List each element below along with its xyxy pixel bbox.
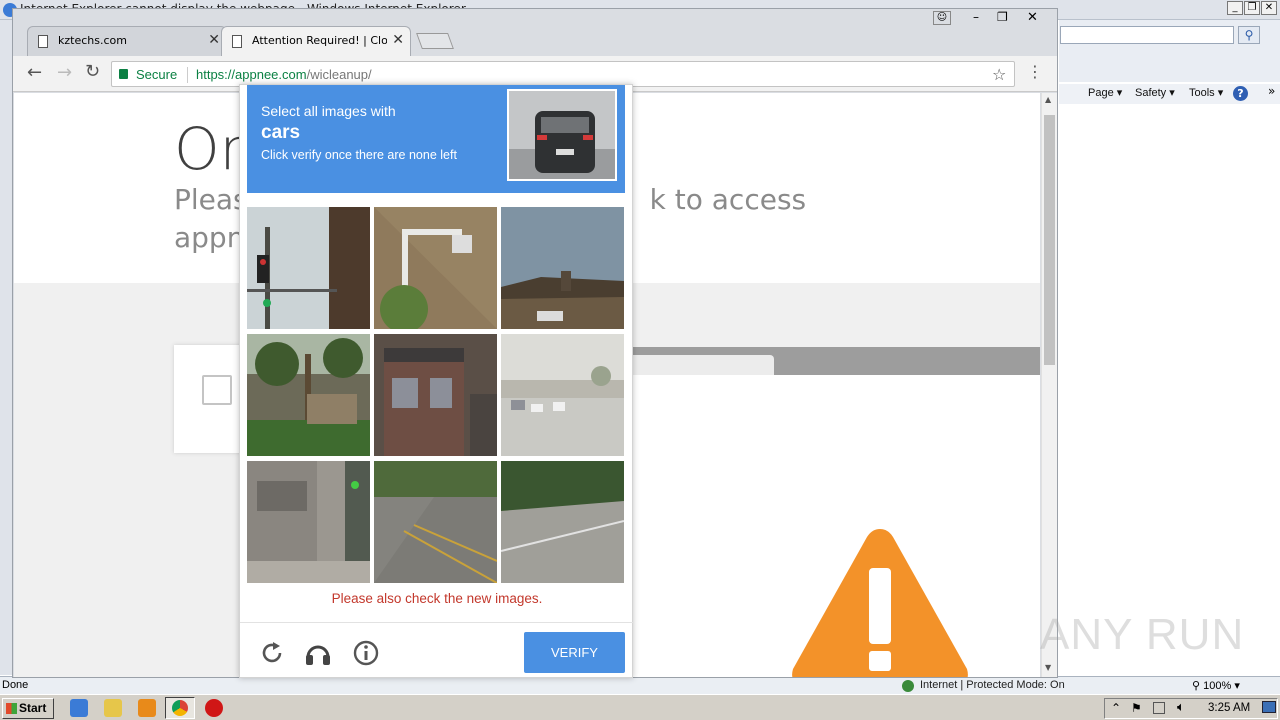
- verify-button[interactable]: VERIFY: [524, 632, 625, 673]
- captcha-tile-6[interactable]: [501, 334, 624, 456]
- captcha-instruction: Select all images with: [261, 103, 396, 119]
- ie-restore-button[interactable]: ❐: [1244, 1, 1260, 15]
- captcha-tile-8[interactable]: [374, 461, 497, 583]
- show-desktop-icon[interactable]: [1262, 701, 1276, 713]
- help-icon[interactable]: ?: [1233, 86, 1248, 101]
- ie-taskbar-icon[interactable]: [70, 699, 88, 717]
- start-button[interactable]: Start: [2, 698, 54, 719]
- windows-logo-icon: [6, 703, 17, 714]
- tab-attention-required[interactable]: Attention Required! | Cloudflare ✕: [221, 26, 411, 56]
- captcha-error-message: Please also check the new images.: [331, 591, 543, 606]
- close-icon[interactable]: ✕: [392, 32, 404, 48]
- network-icon[interactable]: [1153, 702, 1165, 714]
- ie-close-button[interactable]: ✕: [1261, 1, 1277, 15]
- star-icon[interactable]: ☆: [992, 65, 1006, 84]
- close-button[interactable]: ✕: [1027, 10, 1038, 25]
- page-icon: [232, 35, 242, 48]
- captcha-tile-1[interactable]: [247, 207, 370, 329]
- reload-page-icon[interactable]: ↻: [85, 61, 100, 82]
- ie-zoom-level: 100%: [1203, 680, 1232, 692]
- captcha-tile-2[interactable]: [374, 207, 497, 329]
- page-subtitle-line2: appn: [174, 221, 245, 254]
- url-divider: [187, 67, 188, 83]
- captcha-sample-image: [507, 89, 617, 181]
- scroll-down-arrow[interactable]: ▼: [1045, 663, 1051, 672]
- reload-icon[interactable]: [258, 639, 286, 667]
- tab-label: kztechs.com: [58, 34, 127, 47]
- subtitle-end: k to access: [649, 183, 807, 216]
- ie-command-safety[interactable]: Safety ▾: [1135, 86, 1175, 99]
- globe-icon: [902, 680, 914, 692]
- start-label: Start: [19, 701, 47, 715]
- search-icon: ⚲: [1244, 28, 1254, 42]
- ie-status-text: Done: [2, 679, 29, 691]
- page-scrollbar[interactable]: ▲ ▼: [1041, 93, 1057, 677]
- info-icon[interactable]: [352, 639, 380, 667]
- captcha-footer: VERIFY: [240, 622, 634, 679]
- captcha-tile-4[interactable]: [247, 334, 370, 456]
- close-icon[interactable]: ✕: [208, 32, 220, 48]
- ie-status-bar: Done Internet | Protected Mode: On ⚲ 100…: [0, 676, 1280, 694]
- captcha-tile-3[interactable]: [501, 207, 624, 329]
- forward-icon[interactable]: →: [57, 62, 72, 83]
- anyrun-watermark: ANY RUN: [1040, 610, 1245, 659]
- secure-label: Secure: [136, 67, 178, 82]
- tab-label: Attention Required! | Cloudflare: [252, 34, 387, 47]
- chevron-right-icon[interactable]: »: [1268, 84, 1275, 98]
- maximize-button[interactable]: ❐: [997, 10, 1008, 24]
- new-tab-button[interactable]: [416, 33, 454, 49]
- subtitle-start: Pleas: [174, 183, 248, 216]
- ie-command-tools[interactable]: Tools ▾: [1189, 86, 1223, 99]
- profile-icon[interactable]: ☺: [933, 11, 951, 25]
- clock: 3:25 AM: [1208, 702, 1251, 714]
- captcha-tile-9[interactable]: [501, 461, 624, 583]
- ie-command-page[interactable]: Page ▾: [1088, 86, 1122, 99]
- scroll-up-arrow[interactable]: ▲: [1045, 95, 1051, 104]
- captcha-tile-7[interactable]: [247, 461, 370, 583]
- zoom-icon: ⚲: [1192, 680, 1204, 692]
- scroll-thumb[interactable]: [1044, 115, 1055, 365]
- media-player-taskbar-icon[interactable]: [138, 699, 156, 717]
- chrome-taskbar-button[interactable]: [165, 697, 195, 719]
- volume-icon[interactable]: 🔈︎: [1177, 700, 1185, 715]
- back-icon[interactable]: ←: [27, 62, 42, 83]
- audio-icon[interactable]: [304, 639, 332, 667]
- ie-status-zone: Internet | Protected Mode: On: [920, 679, 1065, 691]
- taskbar: Start ⌃ ⚑ 🔈︎ 3:25 AM: [0, 694, 1280, 720]
- url-text: https://appnee.com/wicleanup/: [196, 67, 372, 82]
- url-host: https://appnee.com: [196, 67, 307, 82]
- url-path: /wicleanup/: [306, 67, 372, 82]
- captcha-target: cars: [261, 122, 301, 143]
- explorer-taskbar-icon[interactable]: [104, 699, 122, 717]
- stop-taskbar-icon[interactable]: [205, 699, 223, 717]
- minimize-button[interactable]: –: [973, 10, 979, 24]
- captcha-hint: Click verify once there are none left: [261, 148, 457, 162]
- warning-icon: [792, 529, 968, 677]
- ie-zoom-control[interactable]: ⚲ 100% ▾: [1192, 679, 1240, 692]
- lock-icon: [119, 69, 128, 79]
- ie-minimize-button[interactable]: _: [1227, 1, 1243, 15]
- ie-search-button[interactable]: ⚲: [1238, 26, 1260, 44]
- system-tray: ⌃ ⚑ 🔈︎: [1104, 698, 1278, 719]
- menu-icon[interactable]: ⋮: [1027, 62, 1043, 81]
- ie-search-input[interactable]: [1060, 26, 1234, 44]
- tray-expand-icon[interactable]: ⌃: [1111, 701, 1121, 715]
- flag-icon[interactable]: ⚑: [1131, 701, 1142, 715]
- captcha-challenge: Select all images with cars Click verify…: [239, 84, 634, 679]
- captcha-header: Select all images with cars Click verify…: [247, 85, 625, 193]
- captcha-tile-5[interactable]: [374, 334, 497, 456]
- captcha-checkbox[interactable]: [202, 375, 232, 405]
- page-icon: [38, 35, 48, 48]
- tab-kztechs[interactable]: kztechs.com ✕: [27, 26, 227, 56]
- chrome-icon: [172, 700, 188, 716]
